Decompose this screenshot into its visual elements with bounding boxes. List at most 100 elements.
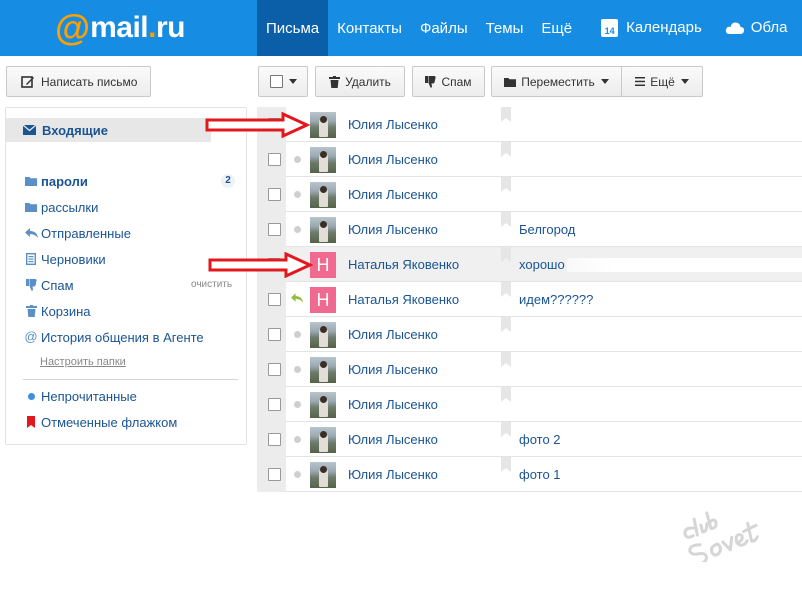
sender-name[interactable]: Наталья Яковенко: [348, 292, 459, 307]
sender-name[interactable]: Юлия Лысенко: [348, 467, 438, 482]
folder-sent[interactable]: Отправленные: [23, 223, 131, 243]
clear-spam-link[interactable]: очистить: [191, 279, 232, 290]
row-checkbox[interactable]: [268, 153, 281, 166]
sender-name[interactable]: Юлия Лысенко: [348, 327, 438, 342]
message-row[interactable]: Н Наталья Яковенко идем??????: [257, 282, 802, 317]
folder-inbox-label: Входящие: [42, 122, 108, 138]
message-row[interactable]: Юлия Лысенко: [257, 387, 802, 422]
nav-more[interactable]: Ещё: [532, 0, 581, 56]
flag-icon[interactable]: [501, 282, 511, 297]
filter-flagged[interactable]: Отмеченные флажком: [23, 412, 177, 432]
read-status-dot[interactable]: [294, 226, 301, 233]
message-subject[interactable]: фото 1: [519, 467, 561, 482]
read-status-dot[interactable]: [294, 401, 301, 408]
filter-unread[interactable]: Непрочитанные: [23, 386, 137, 406]
message-subject[interactable]: хорошо: [519, 257, 565, 272]
row-checkbox[interactable]: [268, 363, 281, 376]
row-checkbox[interactable]: [268, 328, 281, 341]
message-row[interactable]: Юлия Лысенко фото 1: [257, 457, 802, 492]
row-checkbox[interactable]: [268, 223, 281, 236]
row-checkbox[interactable]: [268, 468, 281, 481]
message-row[interactable]: Н Наталья Яковенко хорошо: [257, 247, 802, 282]
row-checkbox[interactable]: [268, 433, 281, 446]
message-list: Юлия Лысенко Юлия Лысенко Юлия Лысенко Юлия…: [257, 107, 802, 494]
flag-icon[interactable]: [501, 177, 511, 192]
avatar: [310, 357, 336, 383]
folder-agent-history[interactable]: @ История общения в Агенте: [23, 327, 203, 347]
read-status-dot[interactable]: [294, 156, 301, 163]
message-subject[interactable]: фото 2: [519, 432, 561, 447]
folder-newsletters[interactable]: рассылки: [23, 197, 98, 217]
flag-icon[interactable]: [501, 107, 511, 122]
nav-letters[interactable]: Письма: [257, 0, 329, 56]
message-subject[interactable]: Белгород: [519, 222, 575, 237]
message-row[interactable]: Юлия Лысенко Белгород: [257, 212, 802, 247]
setup-folders-link[interactable]: Настроить папки: [40, 356, 126, 368]
red-arrow-icon: [208, 252, 313, 278]
sender-name[interactable]: Юлия Лысенко: [348, 152, 438, 167]
spam-button[interactable]: Спам: [412, 66, 485, 97]
avatar: [310, 427, 336, 453]
folder-label: рассылки: [41, 199, 99, 215]
folder-passwords[interactable]: пароли: [23, 171, 88, 191]
folder-drafts[interactable]: Черновики: [23, 249, 106, 269]
message-row[interactable]: Юлия Лысенко: [257, 107, 802, 142]
select-all-dropdown[interactable]: [258, 66, 308, 97]
nav-themes[interactable]: Темы: [477, 0, 533, 56]
envelope-icon: [23, 125, 36, 135]
more-button[interactable]: Ещё: [621, 66, 703, 97]
message-row[interactable]: Юлия Лысенко: [257, 142, 802, 177]
read-status-dot[interactable]: [294, 436, 301, 443]
row-checkbox[interactable]: [268, 188, 281, 201]
sender-name[interactable]: Юлия Лысенко: [348, 432, 438, 447]
flag-icon[interactable]: [501, 422, 511, 437]
row-checkbox[interactable]: [268, 293, 281, 306]
read-status-dot[interactable]: [294, 331, 301, 338]
cloud-label: Обла: [750, 19, 788, 36]
folder-inbox[interactable]: Входящие: [6, 118, 211, 142]
folder-trash[interactable]: Корзина: [23, 301, 91, 321]
read-status-dot[interactable]: [294, 366, 301, 373]
trash-icon: [329, 75, 341, 88]
mailru-logo[interactable]: @ mail.ru: [55, 8, 185, 48]
read-status-dot[interactable]: [294, 191, 301, 198]
sender-name[interactable]: Юлия Лысенко: [348, 187, 438, 202]
folder-label: Непрочитанные: [41, 388, 137, 404]
compose-button[interactable]: Написать письмо: [6, 66, 151, 97]
top-header: @ mail.ru Письма Контакты Файлы Темы Ещё…: [0, 0, 802, 56]
message-row[interactable]: Юлия Лысенко: [257, 352, 802, 387]
move-button[interactable]: Переместить: [491, 66, 622, 97]
reply-icon: [23, 228, 39, 238]
flag-icon[interactable]: [501, 142, 511, 157]
message-row[interactable]: Юлия Лысенко: [257, 177, 802, 212]
flag-icon[interactable]: [501, 352, 511, 367]
nav-contacts[interactable]: Контакты: [328, 0, 411, 56]
message-row[interactable]: Юлия Лысенко: [257, 317, 802, 352]
calendar-label: Календарь: [626, 19, 702, 36]
delete-button[interactable]: Удалить: [315, 66, 405, 97]
sender-name[interactable]: Юлия Лысенко: [348, 222, 438, 237]
nav-cloud[interactable]: Обла: [711, 0, 797, 56]
message-subject[interactable]: идем??????: [519, 292, 593, 307]
message-row[interactable]: Юлия Лысенко фото 2: [257, 422, 802, 457]
row-checkbox[interactable]: [268, 398, 281, 411]
read-status-dot[interactable]: [294, 471, 301, 478]
flag-icon[interactable]: [501, 387, 511, 402]
sender-name[interactable]: Юлия Лысенко: [348, 362, 438, 377]
flag-icon[interactable]: [501, 317, 511, 332]
nav-files[interactable]: Файлы: [411, 0, 477, 56]
flag-icon[interactable]: [501, 457, 511, 472]
flag-icon[interactable]: [501, 212, 511, 227]
select-all-checkbox[interactable]: [269, 75, 283, 88]
sender-name[interactable]: Юлия Лысенко: [348, 397, 438, 412]
folder-label: Спам: [41, 277, 74, 293]
folder-label: Отмеченные флажком: [41, 414, 178, 430]
nav-calendar[interactable]: 14 Календарь: [581, 0, 711, 56]
sender-name[interactable]: Наталья Яковенко: [348, 257, 459, 272]
move-label: Переместить: [521, 74, 595, 89]
folder-icon: [23, 202, 39, 212]
sender-name[interactable]: Юлия Лысенко: [348, 117, 438, 132]
flag-icon[interactable]: [501, 247, 511, 262]
folder-spam[interactable]: Спам: [23, 275, 74, 295]
compose-icon: [21, 75, 34, 88]
